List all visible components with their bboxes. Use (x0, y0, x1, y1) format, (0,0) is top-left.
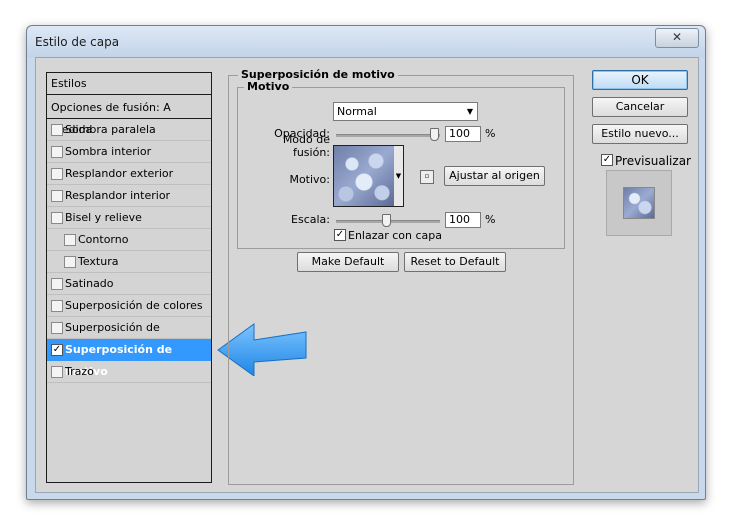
link-with-layer-checkbox[interactable]: ✓ (334, 229, 346, 241)
list-item-trazo[interactable]: Trazo (47, 361, 211, 383)
ok-button[interactable]: OK (592, 70, 688, 90)
list-item-textura[interactable]: Textura (47, 251, 211, 273)
checkbox[interactable] (51, 146, 63, 158)
opacity-unit: % (485, 127, 496, 140)
pattern-label: Motivo: (289, 173, 330, 186)
blend-mode-value: Normal (337, 105, 377, 118)
list-item-label: Resplandor exterior (65, 167, 174, 180)
list-item-label: Resplandor interior (65, 189, 171, 202)
opacity-slider[interactable] (336, 134, 440, 137)
checkbox[interactable] (51, 212, 63, 224)
checkbox[interactable] (64, 256, 76, 268)
checkbox[interactable] (51, 300, 63, 312)
list-item-sombra-interior[interactable]: Sombra interior (47, 141, 211, 163)
checkbox[interactable] (64, 234, 76, 246)
list-item-label: Satinado (65, 277, 114, 290)
list-item-contorno[interactable]: Contorno (47, 229, 211, 251)
layer-style-dialog: Estilo de capa ✕ Estilos Opciones de fus… (26, 25, 706, 500)
checkbox-checked[interactable]: ✓ (51, 344, 63, 356)
checkbox[interactable] (51, 366, 63, 378)
list-item-bisel-relieve[interactable]: Bisel y relieve (47, 207, 211, 229)
list-item-superposicion-degradado[interactable]: Superposición de degradado (47, 317, 211, 356)
list-item-label: Trazo (65, 365, 94, 378)
checkbox[interactable] (51, 278, 63, 290)
chevron-down-icon: ▼ (466, 107, 473, 116)
opacity-slider-thumb[interactable] (430, 128, 439, 141)
list-item-label: Contorno (78, 233, 129, 246)
styles-header[interactable]: Estilos (47, 73, 211, 95)
checkbox[interactable] (51, 124, 63, 136)
reset-to-default-button[interactable]: Reset to Default (404, 252, 506, 272)
make-default-button[interactable]: Make Default (297, 252, 399, 272)
list-item-label: Sombra interior (65, 145, 152, 158)
close-button[interactable]: ✕ (655, 28, 699, 48)
blend-mode-select[interactable]: Normal ▼ (333, 102, 478, 121)
pattern-swatch[interactable] (333, 145, 395, 207)
dialog-body: Estilos Opciones de fusión: A medida Som… (35, 57, 699, 493)
dialog-title: Estilo de capa (35, 35, 120, 49)
list-item-satinado[interactable]: Satinado (47, 273, 211, 295)
list-item-superposicion-motivo[interactable]: ✓ Superposición de motivo (47, 339, 211, 378)
subgroup-title: Motivo (244, 80, 293, 93)
opacity-input[interactable]: 100 (445, 126, 481, 142)
list-item-resplandor-exterior[interactable]: Resplandor exterior (47, 163, 211, 185)
scale-label: Escala: (291, 213, 330, 226)
new-style-button[interactable]: Estilo nuevo... (592, 124, 688, 144)
cancel-button[interactable]: Cancelar (592, 97, 688, 117)
scale-slider-thumb[interactable] (382, 214, 391, 227)
link-with-layer-label: Enlazar con capa (348, 229, 443, 242)
list-item-label: Textura (78, 255, 119, 268)
preview-checkbox[interactable]: ✓ (601, 154, 613, 166)
list-item-label: Superposición de colores (65, 299, 203, 312)
checkbox[interactable] (51, 322, 63, 334)
opacity-label: Opacidad: (274, 127, 330, 140)
new-preset-icon[interactable]: ▫ (420, 170, 434, 184)
styles-list: Estilos Opciones de fusión: A medida Som… (46, 72, 212, 483)
title-bar[interactable]: Estilo de capa ✕ (27, 26, 705, 57)
list-item-label: Bisel y relieve (65, 211, 142, 224)
list-item-sombra-paralela[interactable]: Sombra paralela (47, 119, 211, 141)
list-item-superposicion-colores[interactable]: Superposición de colores (47, 295, 211, 317)
scale-unit: % (485, 213, 496, 226)
snap-to-origin-button[interactable]: Ajustar al origen (444, 166, 545, 186)
blend-options-item[interactable]: Opciones de fusión: A medida (47, 97, 211, 136)
list-item-resplandor-interior[interactable]: Resplandor interior (47, 185, 211, 207)
checkbox[interactable] (51, 190, 63, 202)
pattern-picker-arrow-icon[interactable]: ▼ (394, 145, 404, 207)
list-item-label: Sombra paralela (65, 123, 156, 136)
scale-input[interactable]: 100 (445, 212, 481, 228)
preview-label: Previsualizar (615, 154, 691, 168)
preview-swatch (623, 187, 655, 219)
style-preview (606, 170, 672, 236)
checkbox[interactable] (51, 168, 63, 180)
